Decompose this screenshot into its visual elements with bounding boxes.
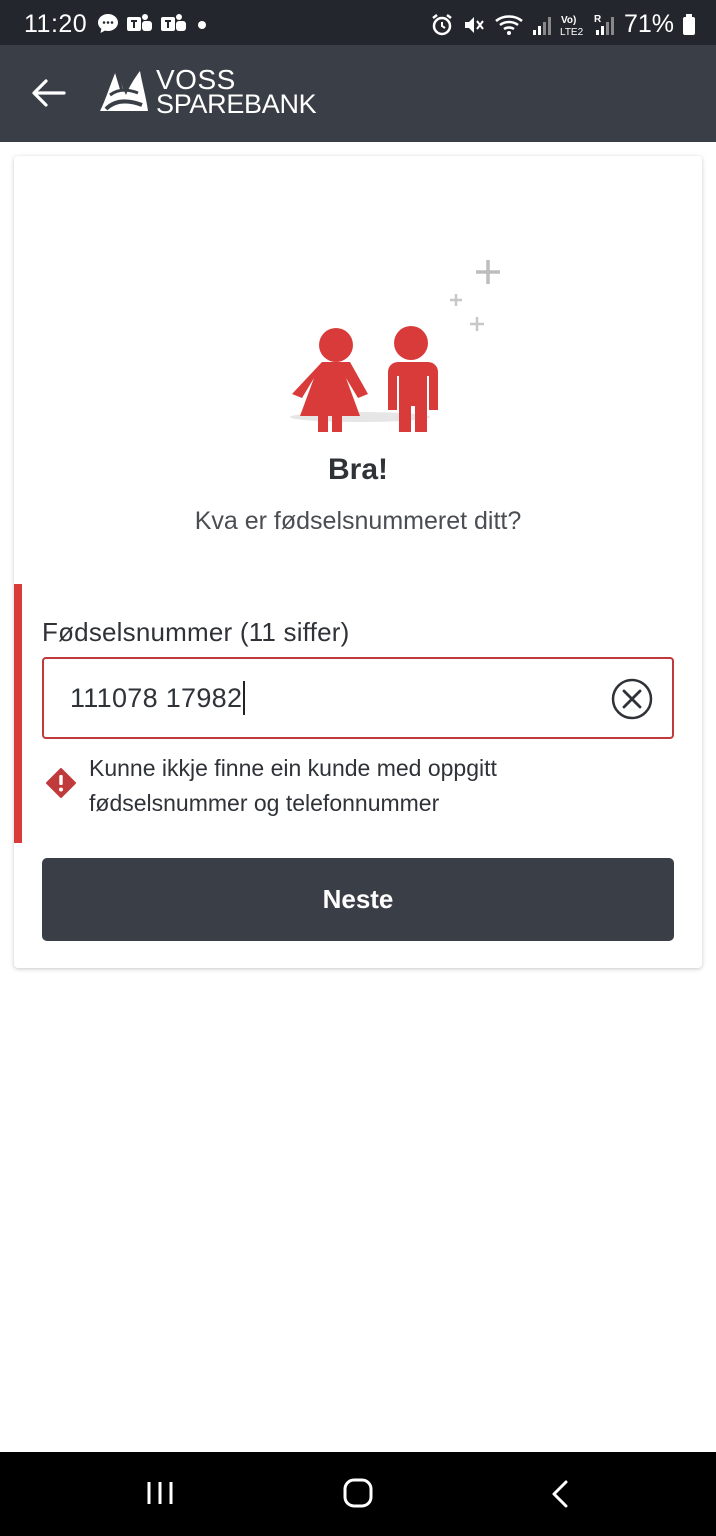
status-bar: 11:20 Vo) LTE2 R 71% [0, 0, 716, 45]
volte-icon: Vo)LTE2 [560, 15, 584, 37]
clear-circle-icon[interactable] [610, 677, 654, 721]
dot-icon [198, 21, 206, 29]
alarm-icon [432, 13, 452, 35]
app-bar: VOSS SPAREBANK [0, 45, 716, 142]
back-icon[interactable] [549, 1479, 571, 1509]
battery-percent: 71% [623, 10, 674, 38]
battery-icon [683, 13, 695, 35]
voss-logo-mark-icon [100, 70, 148, 111]
chat-bubble-icon [98, 14, 118, 33]
error-indicator-bar [14, 584, 22, 843]
ssn-input[interactable]: 111078 17982 [42, 657, 674, 739]
signal-icon [532, 16, 551, 35]
signal-roaming-icon: R [594, 14, 614, 35]
error-message: Kunne ikkje finne ein kunde med oppgitt … [89, 755, 497, 816]
logo-line-2: SPAREBANK [156, 89, 317, 119]
svg-text:LTE2: LTE2 [560, 27, 584, 37]
two-people-icon [290, 260, 500, 432]
page-subtitle: Kva er fødselsnummeret ditt? [194, 507, 522, 535]
mute-icon [464, 16, 484, 33]
text-caret [243, 681, 246, 715]
next-button[interactable]: Neste [42, 858, 674, 941]
svg-text:Vo): Vo) [561, 15, 576, 26]
system-nav-bar [0, 1452, 716, 1536]
system-status: Vo) LTE2 R 71% [430, 10, 696, 39]
svg-text:R: R [594, 14, 602, 25]
onboarding-card: Bra! Kva er fødselsnummeret ditt? Fødsel… [14, 156, 702, 968]
teams-icon [127, 14, 152, 31]
page-title: Bra! [327, 453, 388, 486]
ssn-input-value-wrap: 111078 17982 [70, 681, 246, 717]
error-diamond-icon [46, 768, 76, 798]
ssn-input-value: 111078 17982 [70, 683, 243, 714]
teams-icon [161, 14, 186, 31]
recents-icon[interactable] [146, 1480, 174, 1506]
home-icon[interactable] [343, 1478, 373, 1508]
notification-icons [96, 12, 210, 36]
bank-logo: VOSS SPAREBANK [96, 65, 317, 119]
ssn-field-label: Fødselsnummer (11 siffer) [42, 617, 350, 647]
status-time: 11:20 [24, 10, 88, 38]
wifi-icon [495, 14, 523, 35]
arrow-left-icon[interactable] [30, 77, 66, 109]
